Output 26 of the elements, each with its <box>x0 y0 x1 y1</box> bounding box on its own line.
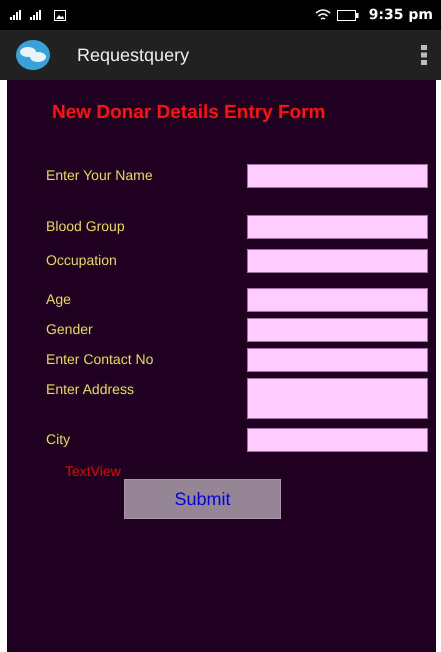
field-label: Blood Group <box>46 217 125 234</box>
field-label: Age <box>46 290 71 307</box>
chat-bubbles-icon[interactable] <box>16 40 50 70</box>
input-field[interactable] <box>247 428 428 452</box>
app-title: Requestquery <box>77 44 190 66</box>
input-field[interactable] <box>247 378 428 419</box>
image-icon <box>54 10 66 20</box>
status-time: 9:35 pm <box>368 7 433 23</box>
field-label: Gender <box>46 320 93 337</box>
input-field[interactable] <box>247 215 428 239</box>
input-field[interactable] <box>247 249 428 273</box>
input-field[interactable] <box>247 348 428 372</box>
field-label: Enter Address <box>46 380 134 397</box>
wifi-icon <box>314 8 331 22</box>
input-field[interactable] <box>247 288 428 312</box>
battery-icon <box>336 10 359 20</box>
field-label: Enter Your Name <box>46 166 153 183</box>
field-label: Enter Contact No <box>46 350 154 367</box>
input-field[interactable] <box>247 318 428 342</box>
input-field[interactable] <box>247 164 428 188</box>
field-label: City <box>46 430 70 447</box>
more-options-icon[interactable] <box>421 45 427 65</box>
form-heading: New Donar Details Entry Form <box>52 102 326 124</box>
field-label: Occupation <box>46 251 117 268</box>
status-message: TextView <box>65 463 121 479</box>
submit-button[interactable]: Submit <box>124 479 281 519</box>
